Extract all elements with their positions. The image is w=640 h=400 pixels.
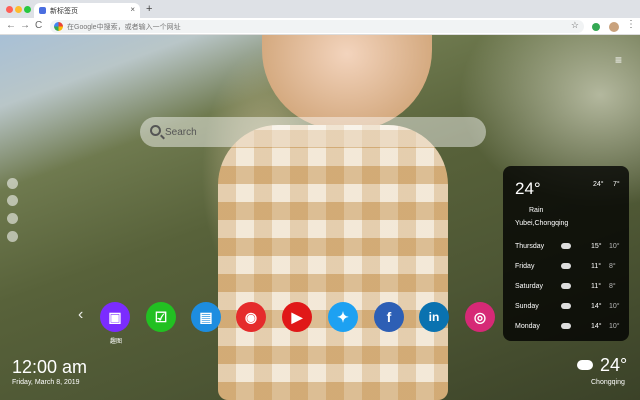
cloud-icon bbox=[577, 360, 593, 370]
profile-avatar[interactable] bbox=[609, 22, 619, 32]
cloud-rain-icon bbox=[561, 243, 571, 249]
bottom-weather-temp: 24° bbox=[600, 355, 628, 375]
forward-button[interactable]: → bbox=[20, 20, 30, 31]
extension-icon[interactable] bbox=[592, 23, 600, 31]
forecast-row: Saturday 11° 8° bbox=[515, 283, 623, 293]
facebook-icon: f bbox=[386, 309, 392, 325]
forecast-high: 11° bbox=[591, 283, 602, 290]
forecast-high: 14° bbox=[591, 323, 602, 330]
minimize-window-button[interactable] bbox=[15, 6, 22, 13]
clock-time: 12:00 am bbox=[12, 357, 88, 377]
rail-icon-2[interactable] bbox=[7, 195, 18, 206]
forecast-low: 10° bbox=[609, 303, 620, 310]
menu-icon[interactable]: ≡ bbox=[615, 53, 622, 67]
bottom-weather-city: Chongqing bbox=[591, 379, 625, 386]
address-bar[interactable]: 在Google中搜索，或者输入一个网址 ☆ bbox=[50, 20, 584, 33]
search-bar[interactable] bbox=[140, 117, 486, 147]
cloud-rain-icon bbox=[561, 283, 571, 289]
cloud-rain-icon bbox=[561, 263, 571, 269]
weather-current-temp: 24° bbox=[515, 179, 541, 198]
forecast-low: 8° bbox=[609, 283, 616, 290]
forecast-day: Monday bbox=[515, 323, 540, 330]
forecast-row: Sunday 14° 10° bbox=[515, 303, 623, 313]
forecast-high: 11° bbox=[591, 263, 602, 270]
forecast-row: Thursday 15° 10° bbox=[515, 243, 623, 253]
forecast-low: 8° bbox=[609, 263, 616, 270]
forecast-high: 15° bbox=[591, 243, 602, 250]
forecast-low: 10° bbox=[609, 323, 620, 330]
weather-panel[interactable]: 24° 24° 7° Rain Yubei,Chongqing Thursday… bbox=[503, 166, 629, 341]
photo-subject-face bbox=[262, 35, 432, 130]
weather-high-temp: 24° bbox=[593, 181, 604, 188]
weather-location: Yubei,Chongqing bbox=[515, 220, 569, 227]
close-window-button[interactable] bbox=[6, 6, 13, 13]
app-photo-editor[interactable]: ▣ bbox=[100, 302, 130, 332]
browser-toolbar: ← → C 在Google中搜索，或者输入一个网址 ☆ bbox=[0, 18, 640, 35]
tab-strip: 新标签页 × + bbox=[0, 0, 640, 18]
search-icon bbox=[150, 125, 161, 136]
app-label: 趣图 bbox=[109, 339, 122, 345]
bookmark-star-icon[interactable]: ☆ bbox=[571, 20, 579, 31]
clock-date: Friday, March 8, 2019 bbox=[12, 379, 80, 386]
app-checkbox-app[interactable]: ☑ bbox=[146, 302, 176, 332]
forecast-day: Saturday bbox=[515, 283, 544, 290]
linkedin-icon: in bbox=[428, 310, 440, 324]
photo-subject-dress bbox=[218, 125, 448, 400]
maximize-window-button[interactable] bbox=[24, 6, 31, 13]
search-input[interactable] bbox=[165, 124, 465, 140]
app-linkedin[interactable]: in bbox=[419, 302, 449, 332]
photo-editor-icon: ▣ bbox=[108, 308, 122, 325]
forecast-row: Friday 11° 8° bbox=[515, 263, 623, 273]
weather-low-temp: 7° bbox=[613, 181, 620, 188]
instagram-icon: ◎ bbox=[473, 308, 487, 325]
forecast-day: Sunday bbox=[515, 303, 539, 310]
cloud-rain-icon bbox=[561, 323, 571, 329]
forecast-day: Thursday bbox=[515, 243, 545, 250]
youtube-icon: ▶ bbox=[291, 308, 303, 325]
forecast-low: 10° bbox=[609, 243, 620, 250]
game-app-icon: ◉ bbox=[244, 308, 258, 325]
rail-icon-3[interactable] bbox=[7, 213, 18, 224]
cloud-rain-icon bbox=[561, 303, 571, 309]
new-tab-button[interactable]: + bbox=[146, 3, 152, 15]
previous-apps-button[interactable]: ‹ bbox=[78, 306, 83, 324]
address-bar-placeholder: 在Google中搜索，或者输入一个网址 bbox=[67, 24, 181, 31]
browser-menu-icon[interactable]: ⋮ bbox=[626, 19, 636, 30]
google-icon bbox=[54, 22, 63, 31]
weather-condition: Rain bbox=[529, 207, 544, 214]
reload-button[interactable]: C bbox=[35, 20, 42, 31]
forecast-day: Friday bbox=[515, 263, 535, 270]
forecast-high: 14° bbox=[591, 303, 602, 310]
app-facebook[interactable]: f bbox=[374, 302, 404, 332]
app-game-app[interactable]: ◉ bbox=[236, 302, 266, 332]
app-instagram[interactable]: ◎ bbox=[465, 302, 495, 332]
forecast-row: Monday 14° 10° bbox=[515, 323, 623, 333]
tab-title: 新标签页 bbox=[50, 8, 78, 15]
tab-favicon-icon bbox=[39, 7, 46, 14]
checkbox-app-icon: ☑ bbox=[154, 308, 168, 325]
app-twitter[interactable]: ✦ bbox=[328, 302, 358, 332]
app-youtube[interactable]: ▶ bbox=[282, 302, 312, 332]
twitter-icon: ✦ bbox=[337, 308, 349, 325]
rail-icon-4[interactable] bbox=[7, 231, 18, 242]
tab-close-icon[interactable]: × bbox=[130, 5, 135, 14]
notes-app-icon: ▤ bbox=[199, 308, 213, 325]
back-button[interactable]: ← bbox=[6, 20, 16, 31]
tab-new-tab[interactable]: 新标签页 × bbox=[34, 3, 140, 18]
rail-icon-1[interactable] bbox=[7, 178, 18, 189]
app-notes-app[interactable]: ▤ bbox=[191, 302, 221, 332]
